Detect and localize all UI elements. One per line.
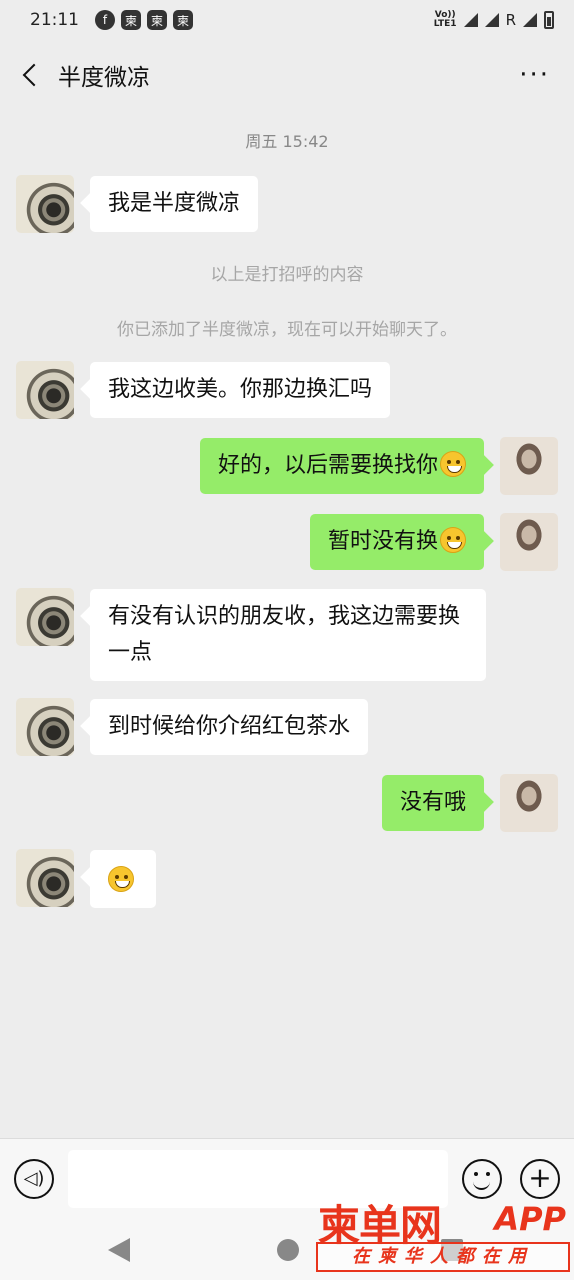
message-bubble[interactable]: 我这边收美。你那边换汇吗 (90, 362, 391, 418)
message-timestamp: 周五 15:42 (245, 132, 329, 151)
plus-icon: + (528, 1161, 552, 1194)
message-bubble-sent[interactable]: 暂时没有换 (309, 514, 484, 570)
notification-icons: f 柬 柬 柬 (95, 10, 193, 30)
wifi-icon (463, 13, 478, 27)
app-icon: 柬 (121, 10, 141, 30)
message-bubble-sent[interactable]: 没有哦 (381, 775, 484, 831)
status-bar: 21:11 f 柬 柬 柬 Vo)) LTE1 R (0, 0, 574, 40)
app-icon: 柬 (173, 10, 193, 30)
app-icon: 柬 (147, 10, 167, 30)
system-message: 你已添加了半度微凉，现在可以开始聊天了。 (117, 320, 457, 340)
roaming-indicator: R (505, 11, 516, 29)
system-message: 以上是打招呼的内容 (210, 265, 364, 285)
more-options-button[interactable]: ··· (511, 62, 558, 88)
grin-emoji-icon (440, 527, 466, 553)
battery-icon (544, 11, 554, 29)
watermark-logo: 柬单网 APP 在柬华人都在用 (314, 1192, 572, 1276)
chat-header: 半度微凉 ··· (0, 40, 574, 110)
message-text: 好的，以后需要换找你 (217, 453, 438, 478)
system-back-button[interactable] (108, 1238, 130, 1262)
message-bubble[interactable]: 有没有认识的朋友收，我这边需要换一点 (90, 589, 486, 681)
voice-input-button[interactable]: ◁) (14, 1159, 54, 1199)
watermark-app: APP (494, 1200, 566, 1238)
status-time: 21:11 (30, 10, 79, 30)
watermark-slogan: 在柬华人都在用 (316, 1242, 570, 1272)
back-button[interactable] (16, 55, 46, 95)
contact-avatar[interactable] (16, 698, 74, 756)
chevron-left-icon (22, 63, 46, 87)
signal-icon (484, 13, 499, 27)
contact-avatar[interactable] (16, 175, 74, 233)
message-bubble[interactable]: 到时候给你介绍红包茶水 (90, 699, 369, 755)
signal-icon (523, 13, 537, 27)
voice-icon: ◁) (23, 1168, 45, 1189)
volte-indicator: Vo)) LTE1 (433, 10, 457, 29)
chat-area[interactable]: 周五 15:42 我是半度微凉 以上是打招呼的内容 你已添加了半度微凉，现在可以… (0, 110, 574, 1138)
message-bubble[interactable]: 我是半度微凉 (90, 176, 259, 232)
message-bubble-sent[interactable]: 好的，以后需要换找你 (199, 438, 484, 494)
facebook-icon: f (95, 10, 115, 30)
contact-avatar[interactable] (16, 849, 74, 907)
confused-emoji-icon (108, 866, 134, 892)
chat-title: 半度微凉 (58, 65, 150, 91)
contact-avatar[interactable] (16, 588, 74, 646)
my-avatar[interactable] (500, 513, 558, 571)
my-avatar[interactable] (500, 774, 558, 832)
message-text: 暂时没有换 (327, 529, 438, 554)
contact-avatar[interactable] (16, 361, 74, 419)
message-bubble[interactable] (90, 850, 156, 908)
system-home-button[interactable] (277, 1239, 299, 1261)
status-indicators: Vo)) LTE1 R (434, 11, 554, 29)
smile-emoji-icon (440, 451, 466, 477)
my-avatar[interactable] (500, 437, 558, 495)
